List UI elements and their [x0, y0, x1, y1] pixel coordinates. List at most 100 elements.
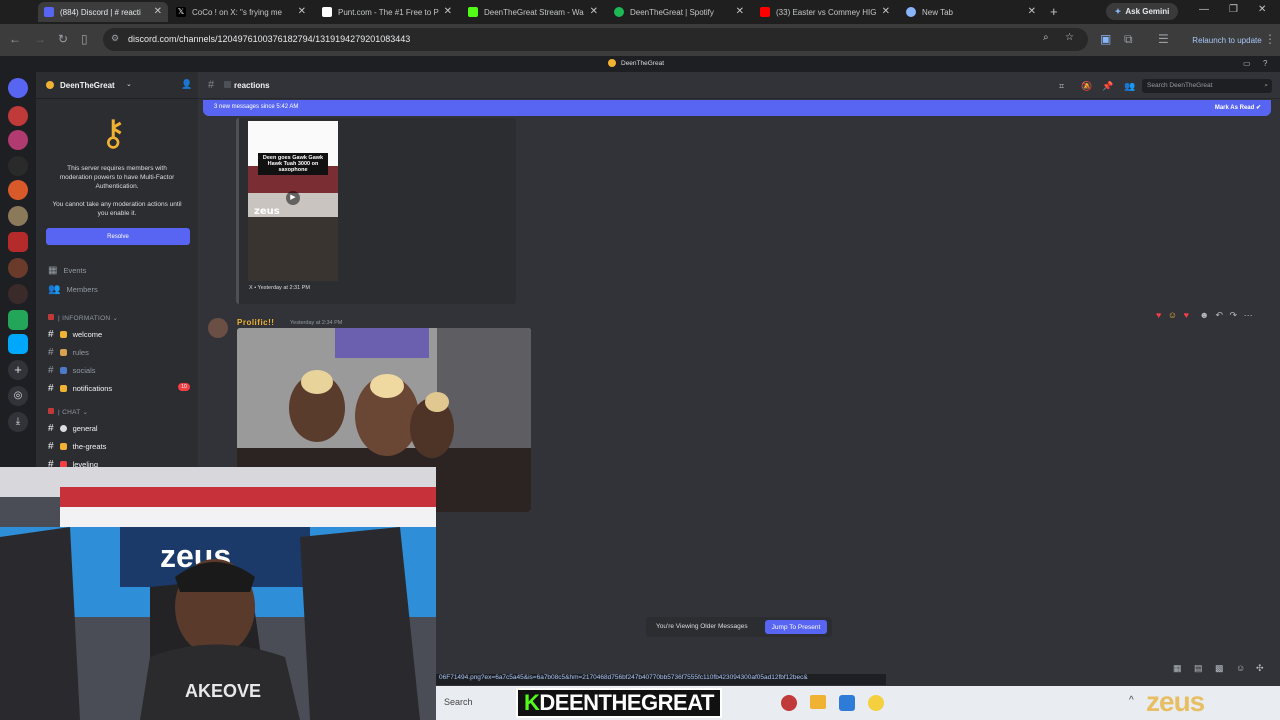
window-close-icon[interactable]: ✕	[1258, 4, 1266, 15]
apps-icon[interactable]: ✣	[1256, 663, 1264, 674]
tab-discord[interactable]: (884) Discord | # reacti ✕	[38, 2, 168, 22]
message-author[interactable]: Prolific!!	[237, 318, 274, 327]
reply-icon[interactable]: ↶	[1215, 310, 1223, 320]
tab-youtube[interactable]: (33) Easter vs Commey HIG ✕	[754, 2, 896, 22]
close-icon[interactable]: ✕	[154, 6, 162, 17]
server-icon[interactable]	[8, 106, 28, 126]
server-name[interactable]: DeenTheGreat	[60, 81, 115, 90]
channel-the-greats[interactable]: # the-greats	[48, 441, 106, 452]
server-icon[interactable]	[8, 310, 28, 330]
members-item[interactable]: 👥 Members	[48, 284, 98, 295]
bookmark-star-icon[interactable]: ☆	[1065, 32, 1074, 43]
minimize-icon[interactable]: —	[1199, 4, 1209, 15]
category-information[interactable]: | INFORMATION ⌄	[48, 314, 118, 322]
download-icon[interactable]: ⤓	[8, 412, 28, 432]
back-icon[interactable]: ←	[9, 32, 21, 46]
relaunch-button[interactable]: Relaunch to update	[1178, 30, 1276, 50]
member-list-icon[interactable]: 👥	[1124, 81, 1135, 92]
server-icon[interactable]	[8, 130, 28, 150]
app-icon[interactable]	[868, 695, 884, 711]
discover-icon[interactable]: ◎	[8, 386, 28, 406]
zoom-icon[interactable]: ⌕	[1043, 32, 1049, 43]
server-icon[interactable]	[8, 206, 28, 226]
pin-icon[interactable]: 📌	[1102, 81, 1113, 92]
channel-sidebar: DeenTheGreat ⌄ 👤 ⚷ This server requires …	[36, 72, 198, 470]
app-icon[interactable]	[781, 695, 797, 711]
channel-notifications[interactable]: # notifications	[48, 383, 112, 394]
add-reaction-icon[interactable]: ☻	[1199, 310, 1208, 320]
close-icon[interactable]: ✕	[590, 6, 598, 17]
emoji-picker-icon[interactable]: ☺	[1236, 663, 1245, 673]
tab-x[interactable]: 𝕏 CoCo ! on X: "s frying me ✕	[170, 2, 312, 22]
channel-rules[interactable]: # rules	[48, 347, 89, 358]
add-server-icon[interactable]: +	[8, 360, 28, 380]
chevron-down-icon[interactable]: ⌄	[126, 80, 132, 88]
server-header[interactable]: DeenTheGreat ⌄ 👤	[36, 72, 198, 99]
address-bar[interactable]: ⚙ discord.com/channels/12049761003761827…	[103, 28, 1088, 51]
stream-overlay-name: KDEENTHEGREAT	[516, 688, 722, 718]
reaction-icon[interactable]: ♥	[1184, 310, 1189, 320]
laugh-reaction-icon[interactable]: ☺	[1168, 310, 1177, 320]
more-menu-icon[interactable]: ⋮	[1264, 32, 1276, 46]
jump-to-present-button[interactable]: Jump To Present	[765, 620, 827, 634]
resolve-button[interactable]: Resolve	[46, 228, 190, 245]
avatar[interactable]	[208, 318, 228, 338]
new-messages-bar[interactable]: 3 new messages since 5:42 AM Mark As Rea…	[203, 100, 1271, 116]
tab-title: (33) Easter vs Commey HIG	[776, 7, 877, 17]
chevron-up-icon[interactable]: ^	[1129, 695, 1134, 706]
reload-icon[interactable]: ↻	[58, 32, 68, 46]
sticker-icon[interactable]: ▤	[1194, 663, 1203, 674]
tab-kick[interactable]: DeenTheGreat Stream - Wa ✕	[462, 2, 604, 22]
gif-icon[interactable]: ▦	[1173, 663, 1182, 674]
server-icon[interactable]	[8, 334, 28, 354]
file-explorer-icon[interactable]	[810, 695, 826, 709]
url-text[interactable]: discord.com/channels/1204976100376182794…	[128, 34, 410, 44]
close-icon[interactable]: ✕	[444, 6, 452, 17]
ask-gemini-button[interactable]: ✦ Ask Gemini	[1106, 3, 1178, 20]
tab-new-tab[interactable]: New Tab ✕	[900, 2, 1042, 22]
sidebar-icon[interactable]: ▯	[81, 32, 88, 46]
site-info-icon[interactable]: ⚙	[111, 33, 119, 44]
forward-message-icon[interactable]: ↷	[1230, 310, 1238, 320]
tab-punt[interactable]: Punt.com - The #1 Free to P ✕	[316, 2, 458, 22]
taskbar-search[interactable]: Search	[444, 697, 473, 707]
tab-spotify[interactable]: DeenTheGreat | Spotify ✕	[608, 2, 750, 22]
close-icon[interactable]: ✕	[298, 6, 306, 17]
channel-general[interactable]: # general	[48, 423, 98, 434]
profile-icon[interactable]: ☰	[1158, 32, 1169, 46]
channel-socials[interactable]: # socials	[48, 365, 96, 376]
threads-icon[interactable]: ⌗	[1059, 81, 1064, 92]
embed-video-thumbnail[interactable]: Deen goes Gawk Gawk Hawk Tuah 3000 on sa…	[248, 121, 338, 281]
close-icon[interactable]: ✕	[736, 6, 744, 17]
more-icon[interactable]: ⋯	[1244, 310, 1253, 320]
maximize-icon[interactable]: ❐	[1229, 4, 1238, 15]
app-icon[interactable]	[839, 695, 855, 711]
extensions-puzzle-icon[interactable]: ⧉	[1124, 32, 1133, 47]
server-icon[interactable]	[8, 232, 28, 252]
inbox-icon[interactable]: ▭	[1243, 59, 1251, 68]
members-label: Members	[66, 285, 98, 294]
close-icon[interactable]: ✕	[1028, 6, 1036, 17]
server-icon[interactable]	[8, 284, 28, 304]
server-icon[interactable]	[8, 180, 28, 200]
category-chat[interactable]: | CHAT ⌄	[48, 408, 88, 416]
extension-icon[interactable]: ▣	[1100, 32, 1111, 46]
server-icon[interactable]	[8, 156, 28, 176]
forward-icon[interactable]: →	[34, 32, 46, 46]
server-icon[interactable]	[8, 258, 28, 278]
heart-reaction-icon[interactable]: ♥	[1156, 310, 1161, 320]
channel-welcome[interactable]: # welcome	[48, 329, 102, 340]
close-icon[interactable]: ✕	[882, 6, 890, 17]
new-tab-button[interactable]: +	[1050, 4, 1058, 19]
hash-icon: #	[48, 423, 54, 434]
server-icon	[608, 59, 616, 67]
gift-icon[interactable]: ▩	[1215, 663, 1224, 674]
events-item[interactable]: ▦ Events	[48, 265, 86, 276]
mute-icon[interactable]: 🔕	[1081, 81, 1092, 92]
direct-messages-icon[interactable]	[8, 78, 28, 98]
help-icon[interactable]: ?	[1263, 59, 1267, 68]
play-icon[interactable]: ▶	[286, 191, 300, 205]
mark-as-read-button[interactable]: Mark As Read ✔	[1215, 104, 1261, 111]
search-input[interactable]: Search DeenTheGreat ⌕	[1142, 79, 1272, 93]
add-member-icon[interactable]: 👤	[181, 79, 192, 90]
